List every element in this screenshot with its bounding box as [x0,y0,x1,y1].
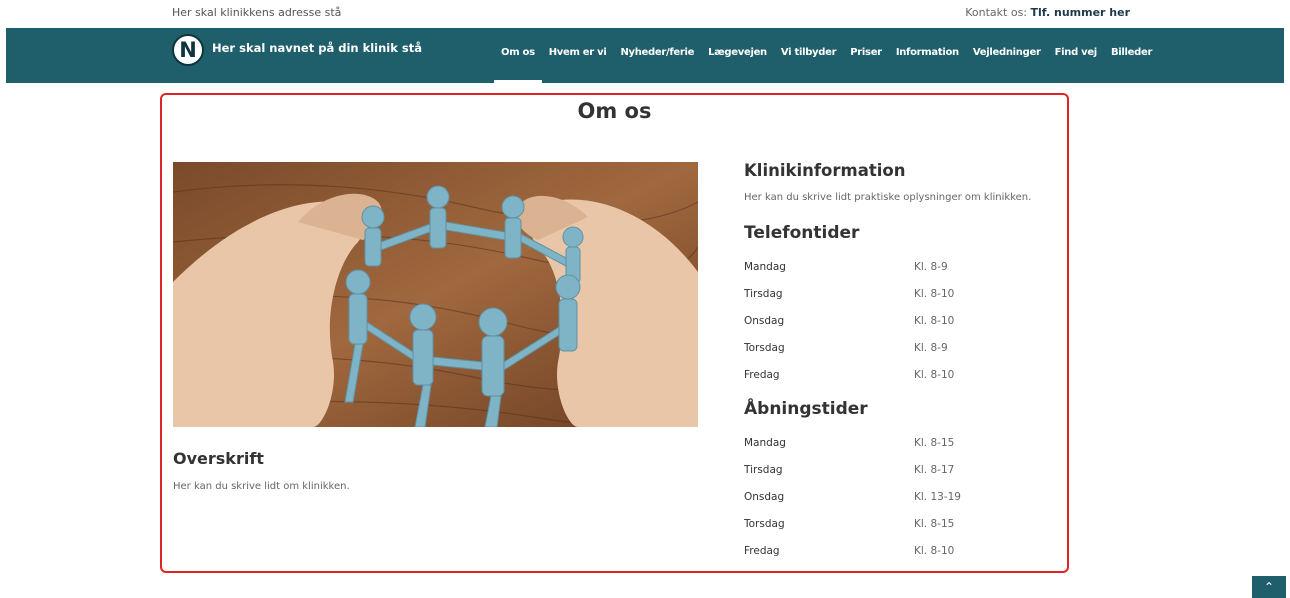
contact-phone-link[interactable]: Tlf. nummer her [1031,6,1130,19]
scroll-to-top-button[interactable]: ⌃ [1252,576,1286,598]
day-label: Torsdag [744,518,785,531]
nav-item-om-os[interactable]: Om os [494,28,542,83]
day-label: Fredag [744,369,780,382]
nav-item-laegevejen[interactable]: Lægevejen [701,28,774,83]
nav-item-priser[interactable]: Priser [843,28,889,83]
time-value: Kl. 8-17 [914,463,955,476]
day-label: Tirsdag [744,287,783,300]
day-label: Onsdag [744,314,785,327]
nav-item-find-vej[interactable]: Find vej [1048,28,1104,83]
nav-item-information[interactable]: Information [889,28,966,83]
nav-item-hvem-er-vi[interactable]: Hvem er vi [542,28,614,83]
time-value: Kl. 13-19 [914,490,961,503]
content-section: Om os Overskrift Her kan du skrive lidt … [160,93,1069,573]
clinic-logo[interactable]: N [172,34,204,66]
clinic-info-text: Her kan du skrive lidt praktiske oplysni… [744,192,1032,203]
nav-item-billeder[interactable]: Billeder [1104,28,1159,83]
table-row: Torsdag Kl. 8-15 [744,511,1064,538]
hero-image-hands-paper-people [173,162,698,427]
table-row: Onsdag Kl. 8-10 [744,307,1064,334]
phone-hours-heading: Telefontider [744,223,860,243]
clinic-info-heading: Klinikinformation [744,161,906,180]
day-label: Fredag [744,545,780,558]
contact-label: Kontakt os: [965,6,1028,19]
nav-menu: Om os Hvem er vi Nyheder/ferie Lægevejen… [494,28,1159,83]
intro-text: Her kan du skrive lidt om klinikken. [173,481,350,492]
time-value: Kl. 8-9 [914,342,948,355]
page-title: Om os [577,99,652,123]
chevron-up-icon: ⌃ [1263,580,1275,594]
day-label: Tirsdag [744,463,783,476]
time-value: Kl. 8-15 [914,436,955,449]
table-row: Torsdag Kl. 8-9 [744,335,1064,362]
day-label: Torsdag [744,342,785,355]
table-row: Mandag Kl. 8-15 [744,429,1064,456]
table-row: Fredag Kl. 8-10 [744,362,1064,389]
nav-item-vi-tilbyder[interactable]: Vi tilbyder [774,28,843,83]
section-heading: Overskrift [173,449,264,468]
time-value: Kl. 8-15 [914,518,955,531]
table-row: Mandag Kl. 8-9 [744,253,1064,280]
table-row: Tirsdag Kl. 8-17 [744,456,1064,483]
time-value: Kl. 8-10 [914,369,955,382]
time-value: Kl. 8-10 [914,545,955,558]
opening-hours-heading: Åbningstider [744,398,868,419]
day-label: Mandag [744,436,786,449]
contact-info: Kontakt os: Tlf. nummer her [965,6,1130,19]
table-row: Fredag Kl. 8-10 [744,538,1064,565]
clinic-address: Her skal klinikkens adresse stå [172,6,342,19]
time-value: Kl. 8-9 [914,260,948,273]
top-info-bar: Her skal klinikkens adresse stå Kontakt … [0,0,1290,28]
nav-item-nyheder-ferie[interactable]: Nyheder/ferie [613,28,701,83]
clinic-name-link[interactable]: Her skal navnet på din klinik stå [212,41,422,55]
time-value: Kl. 8-10 [914,314,955,327]
table-row: Tirsdag Kl. 8-10 [744,280,1064,307]
opening-hours-table: Mandag Kl. 8-15 Tirsdag Kl. 8-17 Onsdag Kl.… [744,429,1064,565]
nav-item-vejledninger[interactable]: Vejledninger [966,28,1048,83]
clinic-info-column: Klinikinformation Her kan du skrive lidt… [744,161,1064,575]
main-navbar: N Her skal navnet på din klinik stå Om o… [6,28,1284,83]
time-value: Kl. 8-10 [914,287,955,300]
day-label: Onsdag [744,490,785,503]
table-row: Onsdag Kl. 13-19 [744,483,1064,510]
day-label: Mandag [744,260,786,273]
phone-hours-table: Mandag Kl. 8-9 Tirsdag Kl. 8-10 Onsdag Kl. … [744,253,1064,389]
